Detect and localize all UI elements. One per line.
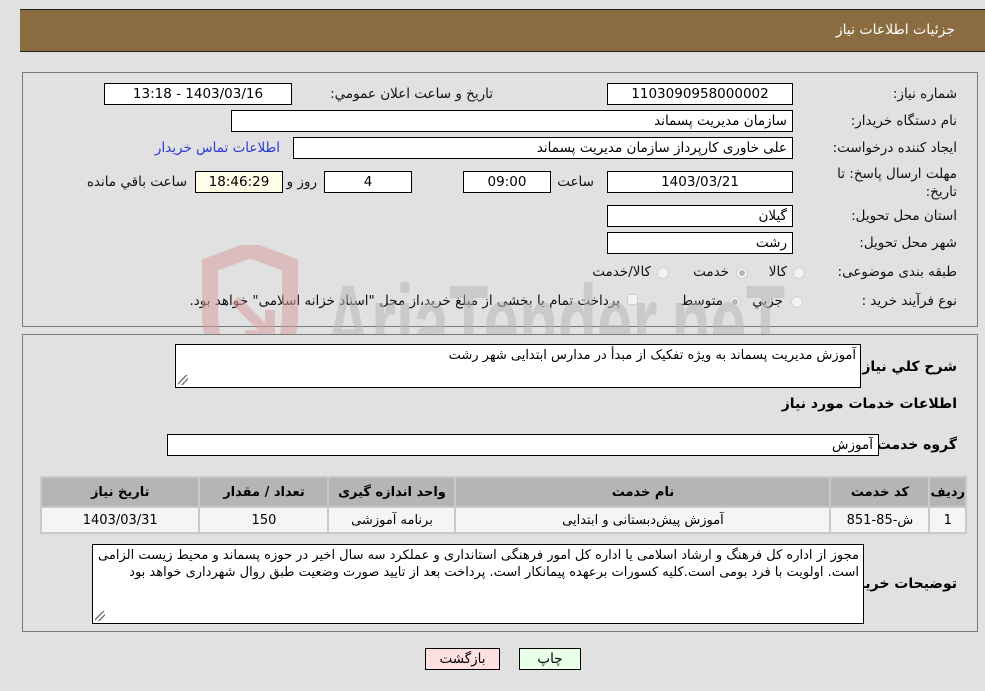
days-remaining-field[interactable]: 4: [324, 171, 412, 193]
table-header-row: رديف کد خدمت نام خدمت واحد اندازه گيری ت…: [42, 478, 965, 506]
summary-textarea[interactable]: آموزش مدیریت پسماند به ویژه تفکیک از مبد…: [175, 344, 861, 388]
treasury-note: پرداخت تمام یا بخشی از مبلغ خرید،از محل …: [189, 293, 620, 309]
treasury-checkbox[interactable]: [627, 294, 638, 305]
time-remaining-field[interactable]: 18:46:29: [195, 171, 283, 193]
col-header-row-number: رديف: [930, 478, 965, 506]
summary-label: شرح کلي نياز:: [856, 359, 957, 375]
announce-datetime-field[interactable]: 1403/03/16 - 13:18: [104, 83, 292, 105]
cell-service-code: ش-85-851: [831, 508, 929, 532]
col-header-service-name: نام خدمت: [456, 478, 830, 506]
category-radio-goods-service[interactable]: [657, 267, 669, 279]
col-header-unit: واحد اندازه گيری: [329, 478, 455, 506]
buyer-notes-textarea[interactable]: مجوز از اداره کل فرهنگ و ارشاد اسلامی یا…: [92, 544, 864, 624]
category-label: طبقه بندی موضوعی:: [837, 264, 957, 280]
category-option-service: خدمت: [693, 264, 729, 280]
deadline-time-label: ساعت: [557, 174, 594, 190]
purchase-radio-medium[interactable]: [729, 296, 741, 308]
service-group-label: گروه خدمت:: [871, 437, 957, 453]
resize-grip-icon[interactable]: [95, 611, 105, 621]
purchase-option-minor: جزيي: [752, 293, 783, 309]
requester-field[interactable]: علی خاوری کارپرداز سازمان مدیریت پسماند: [293, 137, 793, 159]
deadline-label: مهلت ارسال پاسخ: تا تاریخ:: [837, 166, 957, 200]
resize-grip-icon[interactable]: [178, 375, 188, 385]
cell-unit: برنامه آموزشی: [329, 508, 455, 532]
purchase-type-label: نوع فرآیند خرید :: [861, 293, 957, 309]
time-remaining-label: ساعت باقي مانده: [86, 174, 187, 190]
page-title: جزئیات اطلاعات نیاز: [835, 22, 955, 38]
print-button[interactable]: چاپ: [519, 648, 581, 670]
category-option-goods-service: کالا/خدمت: [592, 264, 651, 280]
category-radio-service[interactable]: [736, 267, 748, 279]
need-number-field[interactable]: 1103090958000002: [607, 83, 793, 105]
deadline-time-field[interactable]: 09:00: [463, 171, 551, 193]
page-header: جزئیات اطلاعات نیاز: [20, 9, 985, 52]
purchase-option-medium: متوسط: [680, 293, 723, 309]
need-number-label: شماره نیاز:: [892, 86, 957, 102]
announce-datetime-label: تاریخ و ساعت اعلان عمومي:: [330, 86, 493, 102]
services-section-title: اطلاعات خدمات مورد نياز: [781, 396, 957, 412]
cell-need-date: 1403/03/31: [42, 508, 199, 532]
need-details-panel: شماره نیاز: 1103090958000002 تاریخ و ساع…: [22, 72, 978, 327]
back-button[interactable]: بازگشت: [425, 648, 500, 670]
category-option-goods: کالا: [768, 264, 787, 280]
col-header-need-date: تاريخ نياز: [42, 478, 199, 506]
buyer-org-field[interactable]: سازمان مدیریت پسماند: [231, 110, 793, 132]
col-header-quantity: تعداد / مقدار: [200, 478, 328, 506]
cell-quantity: 150: [200, 508, 328, 532]
summary-text: آموزش مدیریت پسماند به ویژه تفکیک از مبد…: [448, 348, 856, 363]
col-header-service-code: کد خدمت: [831, 478, 929, 506]
services-table: رديف کد خدمت نام خدمت واحد اندازه گيری ت…: [40, 476, 967, 534]
cell-service-name: آموزش پیش‌دبستانی و ابتدایی: [456, 508, 830, 532]
service-group-field[interactable]: آموزش: [167, 434, 879, 456]
deadline-date-field[interactable]: 1403/03/21: [607, 171, 793, 193]
province-label: استان محل تحویل:: [851, 208, 957, 224]
city-label: شهر محل تحویل:: [859, 235, 957, 251]
purchase-radio-minor[interactable]: [791, 296, 803, 308]
buyer-org-label: نام دستگاه خريدار:: [850, 113, 957, 129]
cell-row-number: 1: [930, 508, 965, 532]
need-summary-panel: شرح کلي نياز: آموزش مدیریت پسماند به ویژ…: [22, 334, 978, 632]
days-label: روز و: [286, 174, 317, 190]
category-radio-goods[interactable]: [793, 267, 805, 279]
table-row: 1 ش-85-851 آموزش پیش‌دبستانی و ابتدایی ب…: [42, 508, 965, 532]
province-field[interactable]: گیلان: [607, 205, 793, 227]
city-field[interactable]: رشت: [607, 232, 793, 254]
requester-label: ایجاد کننده درخواست:: [832, 140, 957, 156]
buyer-contact-link[interactable]: اطلاعات تماس خريدار: [155, 140, 280, 156]
buyer-notes-text: مجوز از اداره کل فرهنگ و ارشاد اسلامی یا…: [98, 548, 859, 580]
